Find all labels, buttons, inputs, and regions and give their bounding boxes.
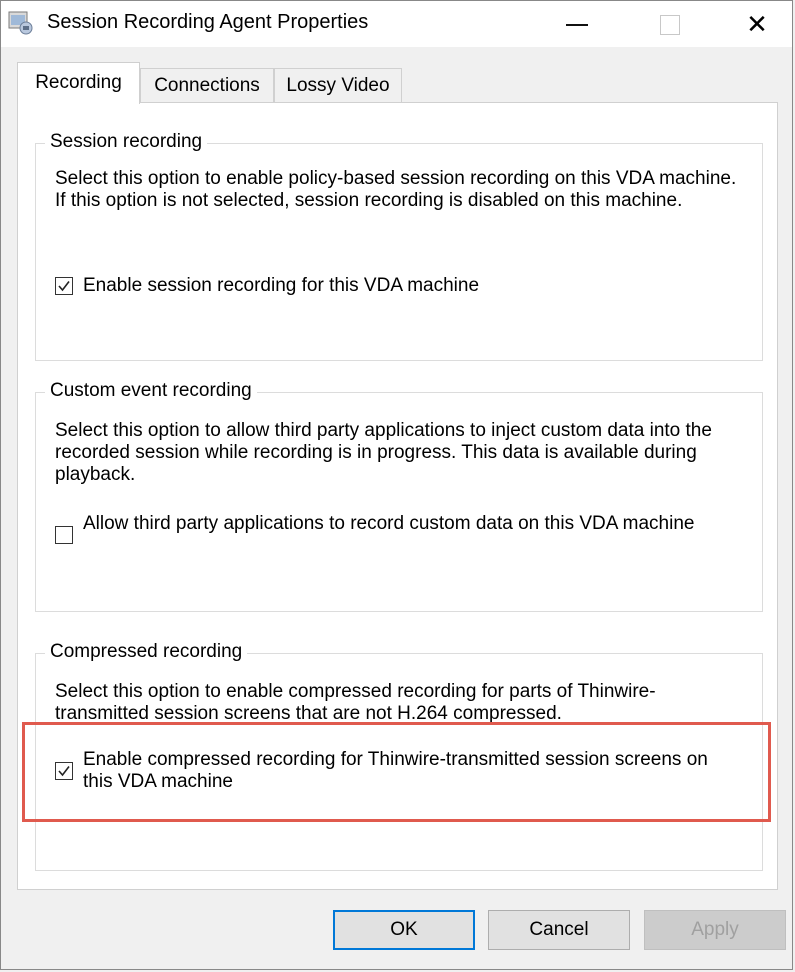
custom-event-recording-group: Custom event recording Select this optio… bbox=[35, 380, 763, 612]
close-icon: ✕ bbox=[746, 9, 768, 39]
session-recording-group: Session recording Select this option to … bbox=[35, 131, 763, 361]
enable-session-recording-checkbox[interactable] bbox=[55, 277, 73, 295]
close-button[interactable]: ✕ bbox=[726, 1, 788, 47]
properties-dialog: Session Recording Agent Properties ✕ Rec… bbox=[0, 0, 793, 970]
window-title: Session Recording Agent Properties bbox=[47, 11, 369, 33]
custom-event-recording-legend: Custom event recording bbox=[45, 380, 257, 402]
cancel-button[interactable]: Cancel bbox=[488, 910, 630, 950]
apply-button[interactable]: Apply bbox=[644, 910, 786, 950]
custom-event-recording-description: Select this option to allow third party … bbox=[55, 420, 712, 485]
allow-custom-data-checkbox[interactable] bbox=[55, 526, 73, 544]
tab-connections[interactable]: Connections bbox=[140, 68, 274, 103]
highlight-annotation bbox=[22, 722, 771, 822]
allow-custom-data-row[interactable]: Allow third party applications to record… bbox=[55, 513, 723, 544]
title-bar[interactable]: Session Recording Agent Properties ✕ bbox=[1, 1, 792, 47]
check-icon bbox=[58, 281, 70, 292]
enable-session-recording-row[interactable]: Enable session recording for this VDA ma… bbox=[55, 275, 723, 297]
tab-lossy-video[interactable]: Lossy Video bbox=[274, 68, 402, 103]
ok-button[interactable]: OK bbox=[333, 910, 475, 950]
enable-session-recording-label: Enable session recording for this VDA ma… bbox=[83, 275, 480, 296]
session-recording-legend: Session recording bbox=[45, 131, 208, 153]
compressed-recording-description: Select this option to enable compressed … bbox=[55, 681, 656, 724]
allow-custom-data-label: Allow third party applications to record… bbox=[83, 513, 695, 534]
minimize-button[interactable] bbox=[546, 1, 608, 47]
session-recording-description: Select this option to enable policy-base… bbox=[55, 168, 737, 211]
compressed-recording-legend: Compressed recording bbox=[45, 641, 248, 663]
minimize-icon bbox=[566, 24, 588, 27]
app-icon bbox=[8, 11, 33, 35]
tab-recording[interactable]: Recording bbox=[17, 62, 140, 104]
maximize-icon bbox=[660, 15, 680, 36]
maximize-button[interactable] bbox=[639, 1, 701, 47]
